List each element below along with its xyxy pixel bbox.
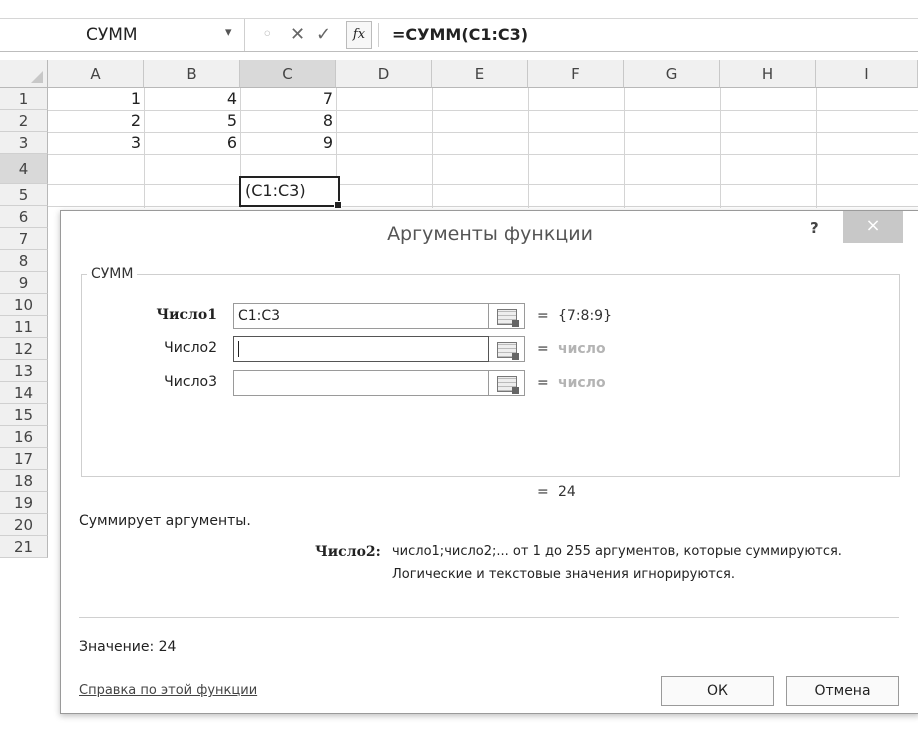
row-header-11[interactable]: 11 — [0, 316, 48, 338]
arg3-equals: = — [537, 375, 549, 391]
cell-a1[interactable]: 1 — [48, 88, 144, 110]
column-header-a[interactable]: A — [48, 60, 144, 88]
arg3-collapse-button[interactable] — [489, 370, 525, 396]
name-box[interactable]: СУММ ▾ — [0, 19, 245, 51]
active-cell-value: (C1:C3) — [245, 181, 306, 200]
arg-description-label: Число2: — [315, 544, 381, 560]
row-header-5[interactable]: 5 — [0, 184, 48, 206]
divider — [79, 617, 899, 618]
arg-description-line1: число1;число2;... от 1 до 255 аргументов… — [392, 544, 842, 559]
formula-input[interactable]: =СУММ(C1:C3) — [392, 25, 528, 44]
row-header-4[interactable]: 4 — [0, 154, 48, 184]
arg1-equals: = — [537, 308, 549, 324]
column-header-h[interactable]: H — [720, 60, 816, 88]
arg2-input[interactable] — [233, 336, 489, 362]
cancel-icon[interactable]: ✕ — [290, 24, 305, 45]
gridline — [48, 184, 918, 185]
result-value: Значение: 24 — [79, 639, 177, 655]
active-cell-c4[interactable]: (C1:C3) — [239, 176, 342, 209]
row-header-10[interactable]: 10 — [0, 294, 48, 316]
arg-description-line2: Логические и текстовые значения игнориру… — [392, 567, 735, 582]
row-header-15[interactable]: 15 — [0, 404, 48, 426]
row-header-1[interactable]: 1 — [0, 88, 48, 110]
total-value: 24 — [558, 484, 576, 500]
row-header-17[interactable]: 17 — [0, 448, 48, 470]
column-header-b[interactable]: B — [144, 60, 240, 88]
cell-a2[interactable]: 2 — [48, 110, 144, 132]
range-select-icon — [497, 376, 519, 394]
column-header-i[interactable]: I — [816, 60, 918, 88]
cell-c3[interactable]: 9 — [240, 132, 336, 154]
arg1-label: Число1 — [156, 307, 217, 323]
row-header-9[interactable]: 9 — [0, 272, 48, 294]
check-icon[interactable]: ✓ — [316, 24, 331, 45]
arg1-collapse-button[interactable] — [489, 303, 525, 329]
triangle-icon — [31, 71, 43, 83]
fill-handle[interactable] — [334, 201, 342, 209]
select-all-corner[interactable] — [0, 60, 48, 88]
arg3-input[interactable] — [233, 370, 489, 396]
row-header-14[interactable]: 14 — [0, 382, 48, 404]
dialog-title: Аргументы функции — [387, 223, 593, 245]
arg3-result: число — [558, 375, 606, 391]
row-header-6[interactable]: 6 — [0, 206, 48, 228]
circle-icon: ◦ — [262, 24, 273, 45]
cell-c1[interactable]: 7 — [240, 88, 336, 110]
row-header-16[interactable]: 16 — [0, 426, 48, 448]
cancel-button[interactable]: Отмена — [786, 676, 899, 706]
function-name-label: СУММ — [87, 266, 138, 282]
arg2-collapse-button[interactable] — [489, 336, 525, 362]
divider — [378, 23, 379, 47]
help-icon[interactable]: ? — [810, 219, 819, 237]
text-caret — [238, 341, 239, 357]
gridline — [432, 88, 433, 208]
cell-b3[interactable]: 6 — [144, 132, 240, 154]
arg1-input[interactable]: C1:C3 — [233, 303, 489, 329]
gridline — [624, 88, 625, 208]
gridline — [816, 88, 817, 208]
name-box-value: СУММ — [86, 25, 138, 45]
cell-c2[interactable]: 8 — [240, 110, 336, 132]
cell-b2[interactable]: 5 — [144, 110, 240, 132]
column-header-f[interactable]: F — [528, 60, 624, 88]
ok-button[interactable]: ОК — [661, 676, 774, 706]
row-header-3[interactable]: 3 — [0, 132, 48, 154]
arg2-equals: = — [537, 341, 549, 357]
column-header-e[interactable]: E — [432, 60, 528, 88]
row-header-8[interactable]: 8 — [0, 250, 48, 272]
row-header-7[interactable]: 7 — [0, 228, 48, 250]
gridline — [720, 88, 721, 208]
help-link[interactable]: Справка по этой функции — [79, 683, 257, 698]
gridline — [48, 154, 918, 155]
formula-bar: СУММ ▾ ◦ ✕ ✓ fx =СУММ(C1:C3) — [0, 18, 918, 52]
insert-function-button[interactable]: fx — [346, 21, 372, 49]
arg2-label: Число2 — [164, 340, 217, 356]
column-header-g[interactable]: G — [624, 60, 720, 88]
chevron-down-icon[interactable]: ▾ — [225, 25, 232, 40]
arg3-label: Число3 — [164, 374, 217, 390]
cell-b1[interactable]: 4 — [144, 88, 240, 110]
close-button[interactable]: × — [843, 211, 903, 243]
row-header-19[interactable]: 19 — [0, 492, 48, 514]
function-description: Суммирует аргументы. — [79, 513, 251, 529]
row-header-12[interactable]: 12 — [0, 338, 48, 360]
range-select-icon — [497, 309, 519, 327]
arg2-result: число — [558, 341, 606, 357]
row-header-18[interactable]: 18 — [0, 470, 48, 492]
gridline — [528, 88, 529, 208]
arg1-result: {7:8:9} — [558, 308, 612, 324]
column-header-c[interactable]: C — [240, 60, 336, 88]
row-header-2[interactable]: 2 — [0, 110, 48, 132]
column-header-d[interactable]: D — [336, 60, 432, 88]
cell-a3[interactable]: 3 — [48, 132, 144, 154]
gridline — [48, 206, 918, 207]
range-select-icon — [497, 342, 519, 360]
row-header-21[interactable]: 21 — [0, 536, 48, 558]
row-header-13[interactable]: 13 — [0, 360, 48, 382]
row-header-20[interactable]: 20 — [0, 514, 48, 536]
function-arguments-dialog: Аргументы функции ? × СУММ Число1 C1:C3 … — [60, 210, 918, 714]
total-equals: = — [537, 484, 549, 500]
